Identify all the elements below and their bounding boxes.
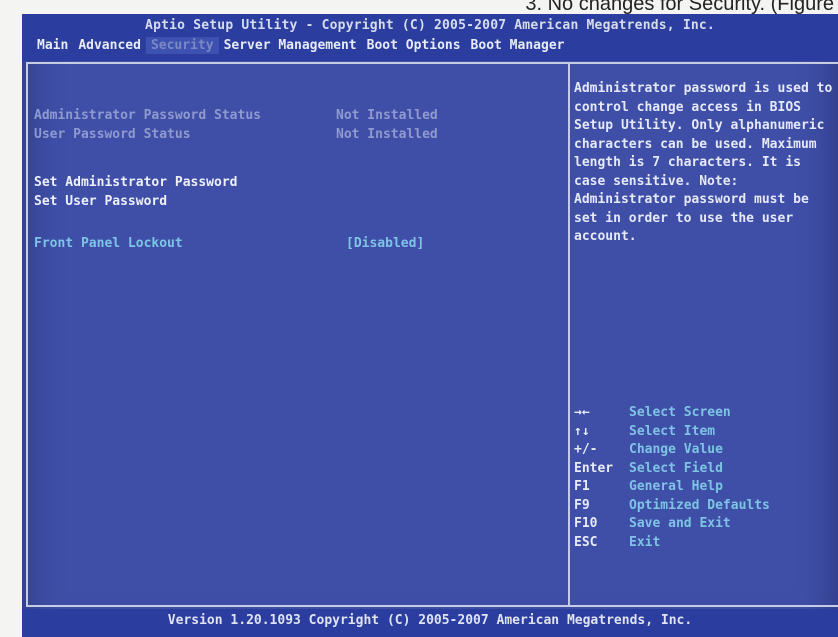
key-name: F1	[574, 479, 590, 494]
key-legend-row: F9 Optimized Defaults	[574, 497, 836, 516]
key-legend-row: F1 General Help	[574, 478, 836, 497]
help-panel: Administrator password is used to contro…	[568, 62, 838, 607]
set-admin-password-item[interactable]: Set Administrator Password	[34, 175, 238, 190]
key-desc: Select Field	[629, 460, 723, 476]
bios-footer: Version 1.20.1093 Copyright (C) 2005-200…	[22, 609, 838, 637]
key-desc: Select Screen	[629, 405, 731, 420]
front-panel-lockout-label[interactable]: Front Panel Lockout	[34, 236, 183, 251]
key-desc: Save and Exit	[629, 516, 731, 531]
bios-screen: Aptio Setup Utility - Copyright (C) 2005…	[22, 14, 838, 637]
key-desc: Select Item	[629, 423, 716, 439]
front-panel-lockout-value[interactable]: [Disabled]	[346, 236, 424, 251]
bios-header: Aptio Setup Utility - Copyright (C) 2005…	[22, 14, 838, 61]
tab-boot-options[interactable]: Boot Options	[362, 37, 466, 54]
key-name: F10	[574, 516, 598, 531]
key-desc: Optimized Defaults	[629, 497, 770, 513]
menu-bar: Main Advanced Security Server Management…	[32, 37, 569, 54]
key-legend-row: ESC Exit	[574, 534, 836, 553]
bios-title: Aptio Setup Utility - Copyright (C) 2005…	[145, 18, 715, 33]
arrows-lr-icon: →←	[574, 405, 590, 420]
key-legend-row: Enter Select Field	[574, 460, 836, 479]
settings-panel: Administrator Password Status Not Instal…	[26, 62, 568, 607]
page-caption: 3. No changes for Security. (Figure	[525, 0, 834, 14]
key-desc: Exit	[629, 534, 661, 550]
key-legend-row: →← Select Screen	[574, 404, 836, 423]
admin-password-status-label: Administrator Password Status	[34, 108, 261, 123]
tab-advanced[interactable]: Advanced	[73, 37, 146, 54]
key-name: +/-	[574, 442, 598, 457]
tab-boot-manager[interactable]: Boot Manager	[466, 37, 570, 54]
tab-security[interactable]: Security	[145, 37, 219, 54]
tab-main[interactable]: Main	[32, 37, 73, 54]
key-legend-row: F10 Save and Exit	[574, 515, 836, 534]
key-name: ESC	[574, 534, 598, 550]
user-password-status-value: Not Installed	[336, 127, 438, 142]
key-desc: General Help	[629, 479, 723, 494]
help-description: Administrator password is used to contro…	[574, 81, 833, 244]
key-name: F9	[574, 497, 590, 513]
key-legend-row: +/- Change Value	[574, 441, 836, 460]
key-legend: →← Select Screen ↑↓ Select Item +/- Change …	[574, 404, 836, 552]
tab-server-management[interactable]: Server Management	[219, 37, 362, 54]
key-legend-row: ↑↓ Select Item	[574, 423, 836, 442]
arrows-ud-icon: ↑↓	[574, 423, 590, 439]
key-name: Enter	[574, 460, 614, 476]
set-user-password-item[interactable]: Set User Password	[34, 194, 167, 209]
key-desc: Change Value	[629, 442, 723, 457]
user-password-status-label: User Password Status	[34, 127, 191, 142]
admin-password-status-value: Not Installed	[336, 108, 438, 123]
